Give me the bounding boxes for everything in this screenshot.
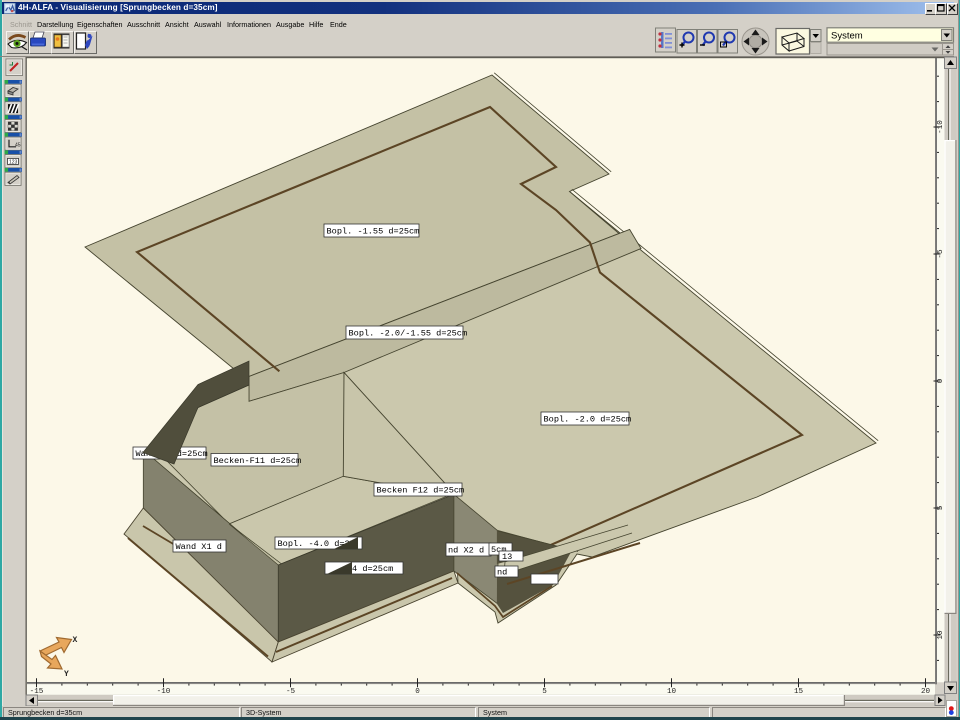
svg-text:0: 0 [937, 378, 945, 383]
svg-text:13: 13 [502, 552, 512, 562]
svg-text:nd X2 d: nd X2 d [448, 546, 484, 556]
svg-text:-10: -10 [937, 120, 945, 134]
svg-text:Becken-F11 d=25cm: Becken-F11 d=25cm [214, 456, 302, 466]
svg-text:Becken F12 d=25cm: Becken F12 d=25cm [377, 486, 465, 496]
svg-text:X: X [73, 636, 78, 645]
svg-text:45: 45 [15, 142, 21, 148]
svg-text:-10: -10 [157, 688, 171, 696]
svg-text:4 d=25cm: 4 d=25cm [352, 564, 393, 574]
svg-text:-5: -5 [286, 688, 296, 696]
svg-text:5: 5 [937, 505, 945, 510]
svg-text:Wand X1 d: Wand X1 d [176, 542, 222, 552]
svg-text:nd: nd [497, 567, 507, 577]
svg-text:10: 10 [937, 630, 945, 640]
svg-text:20: 20 [921, 688, 931, 696]
svg-text:10: 10 [667, 688, 677, 696]
svg-text:15: 15 [794, 688, 804, 696]
svg-text:123: 123 [9, 159, 18, 165]
svg-text:Bopl. -2.0 d=25cm: Bopl. -2.0 d=25cm [544, 415, 632, 425]
svg-text:-5: -5 [937, 249, 945, 259]
svg-text:Bopl. -2.0/-1.55 d=25cm: Bopl. -2.0/-1.55 d=25cm [349, 329, 468, 339]
svg-text:0: 0 [415, 688, 420, 696]
svg-text:Bopl. -1.55 d=25cm: Bopl. -1.55 d=25cm [327, 227, 420, 237]
svg-text:Y: Y [64, 670, 69, 679]
svg-text:System: System [831, 30, 863, 41]
svg-text:5: 5 [542, 688, 547, 696]
